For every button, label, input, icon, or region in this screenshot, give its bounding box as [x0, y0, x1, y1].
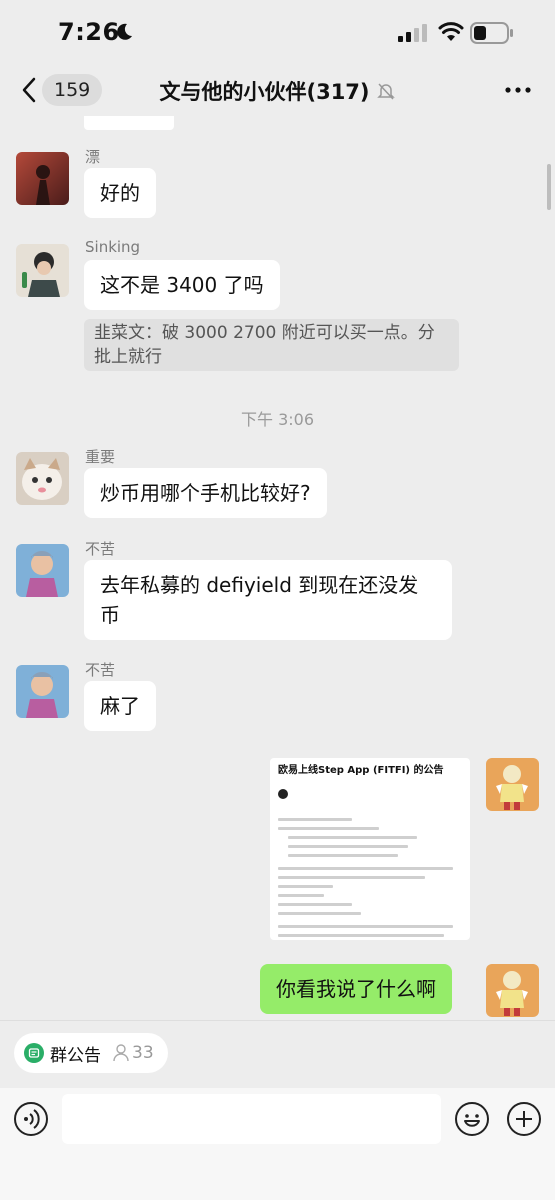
- avatar-image: [16, 452, 69, 505]
- member-count: 33: [113, 1043, 154, 1063]
- announcement-icon: [24, 1043, 44, 1063]
- group-notice-button[interactable]: 群公告 33: [14, 1033, 168, 1073]
- avatar-image: [486, 758, 539, 811]
- avatar[interactable]: [16, 152, 69, 205]
- partial-message-card[interactable]: [84, 116, 174, 130]
- chat-title-text: 文与他的小伙伴(317): [159, 80, 370, 104]
- avatar[interactable]: [16, 544, 69, 597]
- my-message-bubble[interactable]: 你看我说了什么啊: [260, 964, 452, 1014]
- group-notice-label: 群公告: [50, 1045, 101, 1066]
- my-avatar[interactable]: [486, 758, 539, 811]
- message-bubble[interactable]: 好的: [84, 168, 156, 218]
- plus-icon: [516, 1111, 532, 1127]
- wifi-icon: [438, 22, 464, 41]
- sender-name: Sinking: [85, 238, 141, 256]
- emoji-button[interactable]: [455, 1102, 489, 1136]
- more-dots-icon: [505, 87, 531, 93]
- moon-icon: [117, 23, 132, 40]
- avatar-image: [486, 964, 539, 1017]
- smiley-icon: [464, 1114, 480, 1127]
- image-message-logo: [278, 783, 462, 802]
- chat-title: 文与他的小伙伴(317): [0, 76, 555, 106]
- signal-icon: [398, 24, 427, 42]
- avatar[interactable]: [16, 244, 69, 297]
- timestamp: 下午 3:06: [240, 410, 315, 429]
- more-actions-button[interactable]: [507, 1102, 541, 1136]
- mute-bell-icon: [376, 83, 395, 100]
- scrollbar[interactable]: [547, 164, 551, 210]
- avatar-image: [16, 665, 69, 718]
- sender-name: 不苦: [85, 661, 116, 679]
- sender-name: 不苦: [85, 540, 116, 558]
- message-input[interactable]: [62, 1094, 441, 1144]
- avatar[interactable]: [16, 452, 69, 505]
- status-time: 7:26: [58, 18, 120, 46]
- quoted-message[interactable]: 韭菜文：破 3000 2700 附近可以买一点。分批上就行: [84, 319, 459, 371]
- message-bubble[interactable]: 炒币用哪个手机比较好?: [84, 468, 327, 518]
- my-avatar[interactable]: [486, 964, 539, 1017]
- voice-input-button[interactable]: [14, 1102, 48, 1136]
- message-list[interactable]: 漂 好的 Sinking 这不是 3400 了吗 韭菜文：破 3000 2700…: [0, 116, 555, 1020]
- group-notice-bar: 群公告 33: [0, 1020, 555, 1088]
- member-count-value: 33: [132, 1043, 154, 1063]
- more-options-button[interactable]: [503, 78, 533, 102]
- status-bar: 7:26: [0, 0, 555, 64]
- battery-icon: [470, 22, 513, 44]
- person-icon: [113, 1044, 129, 1062]
- message-bubble[interactable]: 这不是 3400 了吗: [84, 260, 280, 310]
- image-message-title: 欧易上线Step App (FITFI) 的公告: [278, 765, 444, 776]
- avatar-image: [16, 244, 69, 297]
- voice-icon: [24, 1109, 40, 1129]
- sender-name: 漂: [85, 148, 101, 166]
- message-bubble[interactable]: 麻了: [84, 681, 156, 731]
- avatar-image: [16, 544, 69, 597]
- sender-name: 重要: [85, 448, 116, 466]
- image-message[interactable]: 欧易上线Step App (FITFI) 的公告: [270, 758, 470, 940]
- input-bar: [0, 1088, 555, 1200]
- avatar[interactable]: [16, 665, 69, 718]
- message-bubble[interactable]: 去年私募的 defiyield 到现在还没发币: [84, 560, 452, 640]
- avatar-image: [16, 152, 69, 205]
- chat-header: 159 文与他的小伙伴(317): [0, 64, 555, 116]
